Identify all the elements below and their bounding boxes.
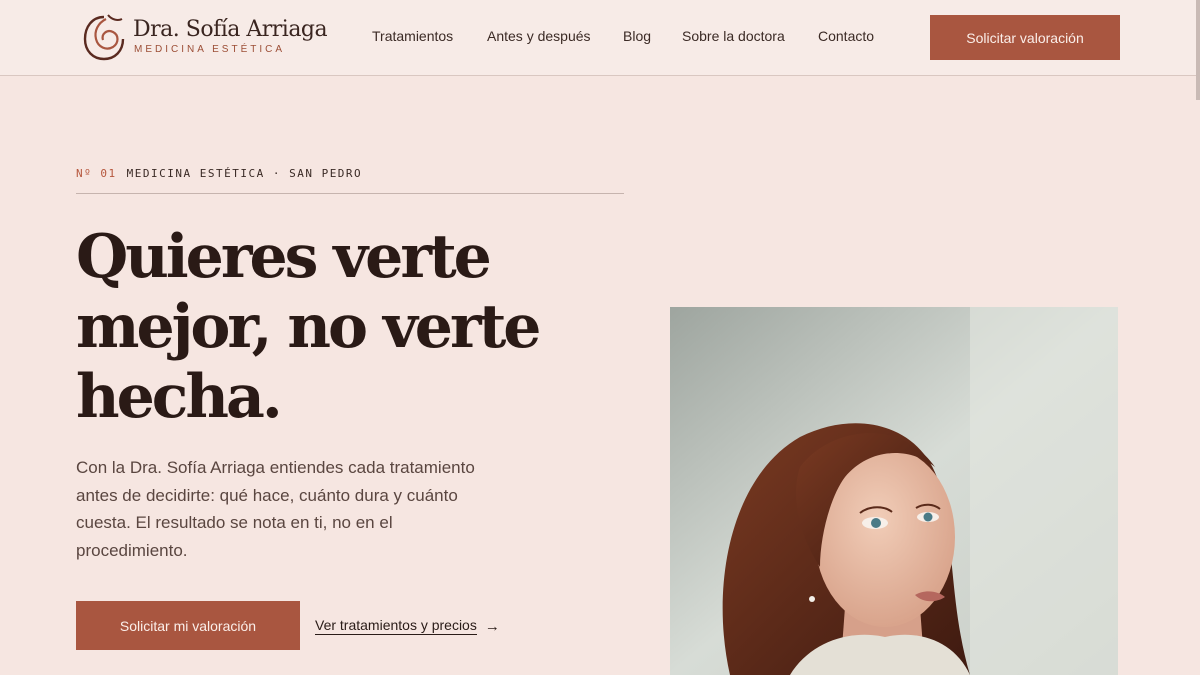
scrollbar[interactable] — [1196, 0, 1200, 100]
eyebrow-number: Nº 01 — [76, 167, 117, 180]
brand-tagline: MEDICINA ESTÉTICA — [134, 44, 286, 55]
brand-name: Dra. Sofía Arriaga — [133, 17, 328, 42]
hero-headline: Quieres verte mejor, no verte hecha. — [76, 222, 541, 432]
nav-item-contacto[interactable]: Contacto — [818, 28, 874, 44]
nav-item-tratamientos[interactable]: Tratamientos — [372, 28, 453, 44]
brand-logo[interactable]: Dra. Sofía Arriaga MEDICINA ESTÉTICA — [82, 11, 328, 63]
nav-item-antes-despues[interactable]: Antes y después — [487, 28, 591, 44]
nav-item-blog[interactable]: Blog — [623, 28, 651, 44]
nav-item-sobre-doctora[interactable]: Sobre la doctora — [682, 28, 785, 44]
doctor-portrait-photo — [670, 307, 1118, 675]
site-header: Dra. Sofía Arriaga MEDICINA ESTÉTICA Tra… — [0, 0, 1200, 76]
arrow-right-icon: → — [484, 617, 500, 635]
request-my-consultation-button[interactable]: Solicitar mi valoración — [76, 601, 300, 650]
view-treatments-link[interactable]: Ver tratamientos y precios → — [315, 617, 500, 635]
eyebrow-divider — [76, 193, 624, 194]
logo-mark-icon — [83, 14, 125, 61]
hero-eyebrow: Nº 01 MEDICINA ESTÉTICA · SAN PEDRO — [76, 167, 362, 180]
view-treatments-label: Ver tratamientos y precios — [315, 617, 477, 635]
request-consultation-button[interactable]: Solicitar valoración — [930, 15, 1120, 60]
eyebrow-text: MEDICINA ESTÉTICA · SAN PEDRO — [126, 167, 363, 180]
portrait-illustration — [670, 307, 1118, 675]
hero-intro: Con la Dra. Sofía Arriaga entiendes cada… — [76, 458, 475, 560]
